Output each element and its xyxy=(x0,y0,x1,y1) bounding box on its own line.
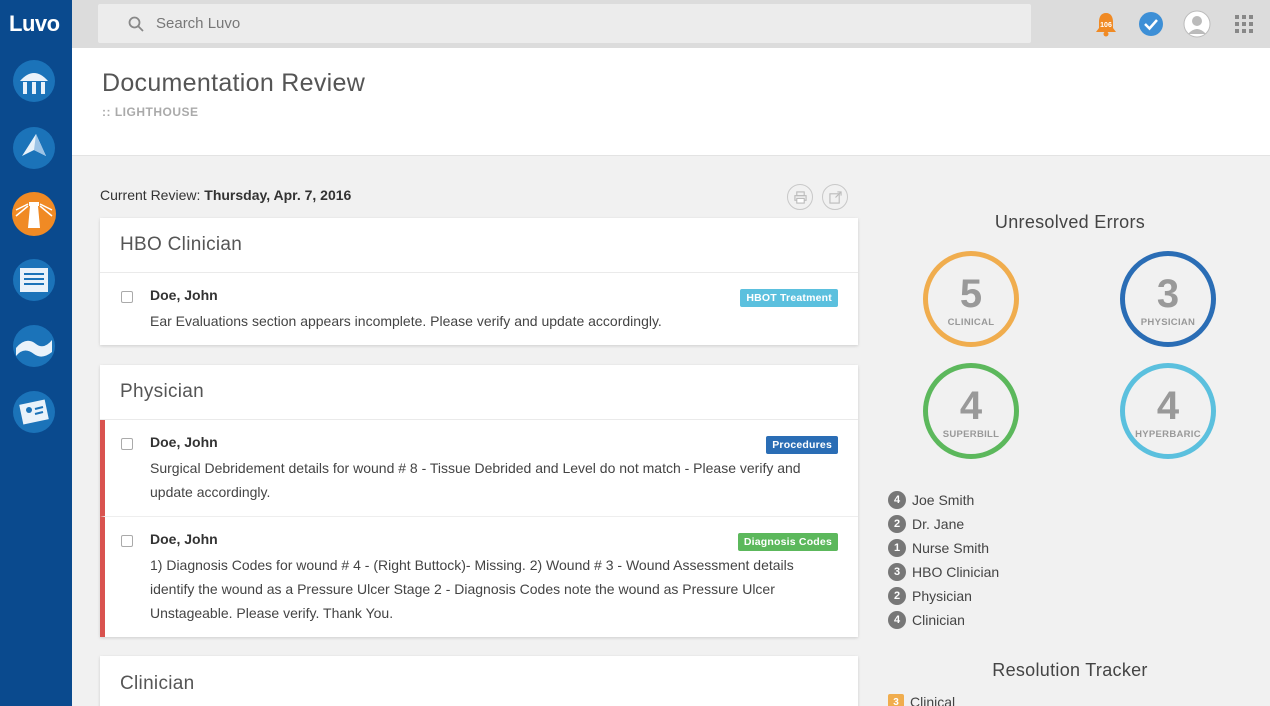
dome-icon xyxy=(13,60,55,102)
item-checkbox[interactable] xyxy=(121,535,133,547)
person-name: Physician xyxy=(912,588,972,604)
ring-value: 4 xyxy=(959,384,983,428)
list-item: Doe, John Surgical Debridement details f… xyxy=(100,420,858,517)
page-title: Documentation Review xyxy=(102,69,366,97)
navigation-icon xyxy=(13,127,55,169)
sidebar-item-patient[interactable] xyxy=(12,390,56,434)
ring-label: CLINICAL xyxy=(947,317,995,328)
apps-button[interactable] xyxy=(1230,10,1258,38)
export-button[interactable] xyxy=(822,184,848,210)
tracker-name: Clinical xyxy=(910,694,956,706)
count-badge: 3 xyxy=(888,563,906,581)
sidebar-item-lighthouse[interactable] xyxy=(12,192,56,236)
tracker-row[interactable]: 3 Clinical xyxy=(888,694,955,706)
avatar[interactable] xyxy=(1183,10,1211,38)
item-name: Doe, John xyxy=(150,531,218,547)
item-checkbox[interactable] xyxy=(121,291,133,303)
item-message: 1) Diagnosis Codes for wound # 4 - (Righ… xyxy=(150,557,794,621)
ring-value: 3 xyxy=(1156,272,1180,316)
item-checkbox[interactable] xyxy=(121,438,133,450)
avatar-icon xyxy=(1183,10,1211,38)
hyperbaric-errors-ring[interactable]: 4 HYPERBARIC xyxy=(1120,363,1216,459)
bell-icon: 106 xyxy=(1096,13,1116,37)
print-icon xyxy=(793,190,807,204)
sidebar-item-dome[interactable] xyxy=(12,59,56,103)
current-review: Current Review: Thursday, Apr. 7, 2016 xyxy=(100,187,351,203)
top-bar: 106 xyxy=(72,0,1270,48)
unresolved-errors-title: Unresolved Errors xyxy=(994,212,1146,232)
count-badge: 2 xyxy=(888,515,906,533)
person-row[interactable]: 2 Physician xyxy=(888,586,972,606)
count-badge: 2 xyxy=(888,587,906,605)
section-title: Physician xyxy=(100,365,858,420)
item-tag[interactable]: Procedures xyxy=(766,436,838,454)
physician-errors-ring[interactable]: 3 PHYSICIAN xyxy=(1120,251,1216,347)
list-item: Doe, John 1) Diagnosis Codes for wound #… xyxy=(100,517,858,637)
person-name: HBO Clinician xyxy=(912,564,1000,580)
wave-icon xyxy=(13,325,55,367)
item-name: Doe, John xyxy=(150,434,218,450)
search-input[interactable] xyxy=(156,15,956,32)
clinical-errors-ring[interactable]: 5 CLINICAL xyxy=(923,251,1019,347)
section-title: Clinician xyxy=(120,672,195,694)
person-name: Dr. Jane xyxy=(912,516,965,532)
current-review-date: Thursday, Apr. 7, 2016 xyxy=(204,187,352,203)
apps-grid-icon xyxy=(1235,15,1253,33)
section-clinician: Clinician xyxy=(100,656,858,706)
sidebar: Luvo xyxy=(0,0,72,706)
person-row[interactable]: 2 Dr. Jane xyxy=(888,514,964,534)
ring-label: HYPERBARIC xyxy=(1135,429,1201,440)
tracker-count: 3 xyxy=(888,694,904,706)
sidebar-item-waves[interactable] xyxy=(12,324,56,368)
app-logo[interactable]: Luvo xyxy=(0,0,72,48)
notifications-button[interactable]: 106 xyxy=(1092,10,1120,38)
check-icon xyxy=(1139,12,1163,36)
ring-value: 4 xyxy=(1156,384,1180,428)
lighthouse-icon xyxy=(12,192,56,236)
item-message: Ear Evaluations section appears incomple… xyxy=(150,313,662,329)
notification-count: 106 xyxy=(1100,22,1112,29)
ring-label: PHYSICIAN xyxy=(1140,317,1196,328)
item-name: Doe, John xyxy=(150,287,218,303)
ring-value: 5 xyxy=(959,272,983,316)
search-bar xyxy=(98,4,1031,43)
person-name: Joe Smith xyxy=(912,492,975,508)
person-row[interactable]: 4 Joe Smith xyxy=(888,490,974,510)
item-tag[interactable]: HBOT Treatment xyxy=(740,289,838,307)
person-name: Nurse Smith xyxy=(912,540,990,556)
count-badge: 4 xyxy=(888,491,906,509)
resolution-tracker-title: Resolution Tracker xyxy=(992,660,1148,680)
item-tag[interactable]: Diagnosis Codes xyxy=(737,533,838,551)
page-header: Documentation Review :: LIGHTHOUSE xyxy=(72,48,1270,156)
external-link-icon xyxy=(828,190,842,204)
page-subtitle: :: LIGHTHOUSE xyxy=(102,105,199,119)
sidebar-item-navigation[interactable] xyxy=(12,126,56,170)
section-physician: Physician Doe, John Surgical Debridement… xyxy=(100,365,858,637)
sidebar-item-documents[interactable] xyxy=(12,258,56,302)
list-item: Doe, John Ear Evaluations section appear… xyxy=(100,273,858,345)
count-badge: 1 xyxy=(888,539,906,557)
person-row[interactable]: 3 HBO Clinician xyxy=(888,562,999,582)
item-message: Surgical Debridement details for wound #… xyxy=(150,460,801,500)
section-hbo-clinician: HBO Clinician Doe, John Ear Evaluations … xyxy=(100,218,858,345)
person-row[interactable]: 4 Clinician xyxy=(888,610,965,630)
person-row[interactable]: 1 Nurse Smith xyxy=(888,538,989,558)
document-list-icon xyxy=(13,259,55,301)
section-title: HBO Clinician xyxy=(100,218,858,273)
ring-label: SUPERBILL xyxy=(942,429,1000,440)
patient-card-icon xyxy=(13,391,55,433)
search-icon xyxy=(128,16,144,32)
tasks-button[interactable] xyxy=(1137,10,1165,38)
current-review-label: Current Review: xyxy=(100,187,201,203)
count-badge: 4 xyxy=(888,611,906,629)
print-button[interactable] xyxy=(787,184,813,210)
superbill-errors-ring[interactable]: 4 SUPERBILL xyxy=(923,363,1019,459)
person-name: Clinician xyxy=(912,612,965,628)
